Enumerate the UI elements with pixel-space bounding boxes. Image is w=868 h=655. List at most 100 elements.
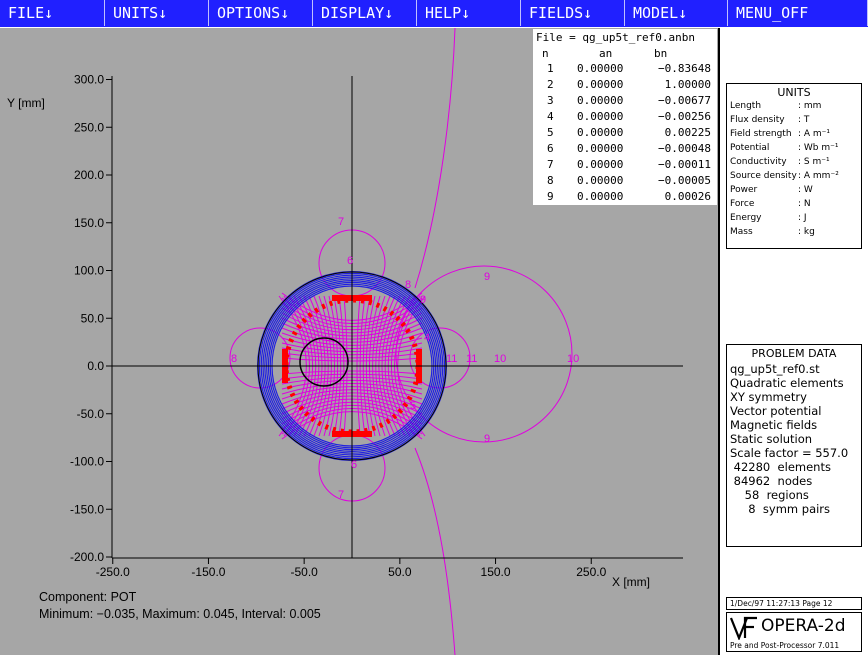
units-row: Mass : kg [730,227,860,240]
coefficient-row: 6 0.00000 −0.00048 [533,142,717,158]
logo-subtitle: Pre and Post-Processor 7.011 [730,641,840,650]
contour-label: 11 [466,353,477,365]
units-row: Power : W [730,185,860,198]
menu-display[interactable]: DISPLAY↓ [313,0,417,26]
date-page-stamp: 1/Dec/97 11:27:13 Page 12 [726,597,862,610]
coef-bn: 0.00026 [664,190,711,203]
problem-data-line: XY symmetry [730,390,807,404]
problem-data-line: Vector potential [730,404,822,418]
units-box: UNITS Length: mm Flux density: T Field str… [726,83,862,249]
x-tick-label: 50.0 [388,565,412,579]
menu-model[interactable]: MODEL↓ [625,0,728,26]
y-axis-label: Y [mm] [7,96,45,110]
logo-name: OPERA-2d [761,616,846,636]
menu-file[interactable]: FILE↓ [0,0,105,26]
unit-value: : J [798,213,807,223]
y-tick-label: 150.0 [74,216,104,230]
contour-label: 7 [338,216,344,228]
problem-data-line: 42280 elements [730,460,831,474]
y-tick-label: -100.0 [70,455,104,469]
contour-label: 6 [347,255,353,267]
unit-value: : W [798,185,813,195]
coef-an: 0.00000 [577,158,624,171]
unit-value: : kg [798,227,815,237]
unit-quantity: Potential [730,143,770,153]
coefficient-row: 4 0.00000 −0.00256 [533,110,717,126]
coef-n: 6 [547,142,554,155]
contour-label: 6 [351,459,357,471]
unit-quantity: Mass [730,227,753,237]
menu-bar: FILE↓ UNITS↓ OPTIONS↓ DISPLAY↓ HELP↓ FIELDS↓ M… [0,0,868,27]
y-tick-label: 0.0 [87,359,104,373]
component-label: Component: POT [39,590,137,604]
x-tick-label: -250.0 [96,565,130,579]
problem-data-line: Scale factor = 557.0 [730,446,849,460]
menu-units[interactable]: UNITS↓ [105,0,209,26]
coef-bn: −0.00677 [658,94,711,107]
units-row: Flux density : T [730,115,860,128]
unit-quantity: Power [730,185,758,195]
info-panel: UNITS Length: mm Flux density: T Field str… [722,28,868,655]
coef-bn: −0.00011 [658,158,711,171]
vf-logo-icon [730,616,757,640]
menu-help[interactable]: HELP↓ [417,0,521,26]
menu-fields[interactable]: FIELDS↓ [521,0,625,26]
coef-n: 1 [547,62,554,75]
contour-lobe [395,265,573,443]
coef-an: 0.00000 [577,126,624,139]
problem-data-line: Static solution [730,432,813,446]
menu-menu-off[interactable]: MENU_OFF [728,0,868,26]
problem-data-line: qg_up5t_ref0.st [730,362,820,376]
problem-data-line: 8 symm pairs [730,502,831,516]
units-row: Conductivity: S m⁻¹ [730,157,860,170]
problem-data-box: PROBLEM DATA qg_up5t_ref0.st Quadratic el… [726,344,862,547]
y-tick-label: -150.0 [70,502,104,516]
units-row: Length: mm [730,101,860,114]
col-header-an: an [599,47,613,60]
contour-label: 9 [420,294,426,306]
coefficient-row: 2 0.00000 1.00000 [533,78,717,94]
problem-data-line: 84962 nodes [730,474,813,488]
problem-data-line: Quadratic elements [730,376,844,390]
contour-label: 4 [424,332,430,344]
coef-an: 0.00000 [577,190,624,203]
contour-label: 10 [567,353,579,365]
unit-value: : A mm⁻² [798,171,839,181]
unit-quantity: Flux density [730,115,785,125]
contour-label: 9 [484,433,490,445]
y-tick-label: 300.0 [74,73,104,87]
coef-an: 0.00000 [577,94,624,107]
y-tick-label: 250.0 [74,120,104,134]
contour-label: 11 [446,353,457,365]
x-axis-label: X [mm] [612,575,650,589]
coef-n: 5 [547,126,554,139]
problem-data-line: 58 regions [730,488,809,502]
contour-label: 8 [231,353,237,365]
coef-an: 0.00000 [577,78,624,91]
menu-options[interactable]: OPTIONS↓ [209,0,313,26]
unit-value: : N [798,199,811,209]
unit-value: : Wb m⁻¹ [798,143,839,153]
range-label: Minimum: −0.035, Maximum: 0.045, Interva… [39,607,321,621]
coef-an: 0.00000 [577,174,624,187]
y-tick-label: -200.0 [70,550,104,564]
opera-logo: OPERA-2d Pre and Post-Processor 7.011 [726,612,862,652]
coef-an: 0.00000 [577,62,624,75]
coef-bn: 0.00225 [664,126,711,139]
unit-value: : S m⁻¹ [798,157,830,167]
coefficient-row: 7 0.00000 −0.00011 [533,158,717,174]
coef-an: 0.00000 [577,110,624,123]
coef-n: 4 [547,110,554,123]
coef-n: 2 [547,78,554,91]
x-tick-label: 250.0 [576,565,606,579]
problem-data-title: PROBLEM DATA [751,347,837,360]
y-tick-label: 100.0 [74,264,104,278]
contour-outer [414,28,456,655]
unit-value: : T [798,115,810,125]
y-tick-label: -50.0 [77,407,105,421]
coef-bn: −0.83648 [658,62,711,75]
units-row: Energy: J [730,213,860,226]
col-header-n: n [542,47,549,60]
coef-n: 9 [547,190,554,203]
harmonic-coefficients-table: File = qg_up5t_ref0.anbn n an bn 1 0.0000… [533,29,717,205]
